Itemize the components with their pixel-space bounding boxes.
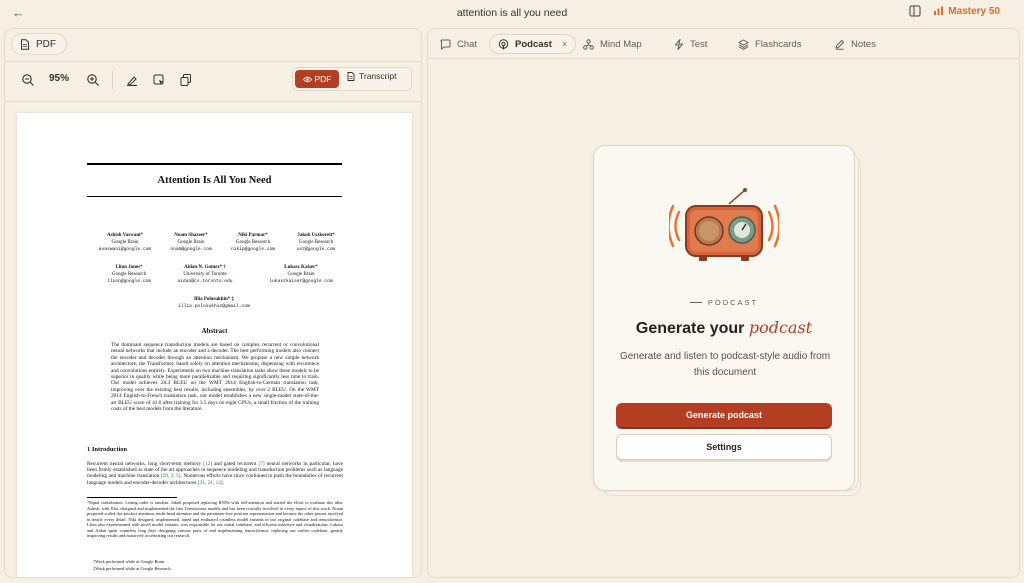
paper-author: Noam Shazeer* Google Brain noam@google.com	[170, 233, 212, 252]
pdf-tab[interactable]: PDF	[11, 33, 67, 55]
bar-chart-icon	[934, 6, 944, 15]
paper-author: Llion Jones* Google Research llion@google.…	[106, 265, 152, 284]
view-toggle: PDF Transcript	[292, 67, 412, 91]
pdf-page: Attention Is All You Need Ashish Vaswani…	[17, 113, 412, 577]
settings-button[interactable]: Settings	[616, 434, 832, 460]
zoom-out-icon[interactable]	[21, 73, 35, 87]
document-title: attention is all you need	[456, 7, 568, 19]
top-bar: ← attention is all you need Mastery 50	[0, 0, 1024, 26]
tab-test[interactable]: Test	[674, 34, 707, 54]
copy-icon[interactable]	[179, 73, 193, 87]
eyebrow-dash	[689, 301, 702, 304]
pencil-icon	[835, 39, 845, 50]
intro-paragraph: Recurrent neural networks, long short-te…	[87, 461, 343, 486]
lightning-icon	[675, 38, 683, 50]
tab-mind-map[interactable]: Mind Map	[583, 34, 642, 54]
mastery-badge[interactable]: Mastery 50	[933, 6, 1000, 17]
back-arrow-icon[interactable]: ←	[12, 5, 25, 20]
chat-icon	[440, 39, 451, 50]
layout-toggle-icon[interactable]	[909, 5, 921, 17]
tab-label: Mind Map	[600, 38, 642, 50]
pdf-tab-label: PDF	[36, 38, 56, 50]
mastery-label: Mastery 50	[948, 5, 1000, 17]
footnote-rule	[87, 497, 177, 498]
card-subtitle: Generate and listen to podcast-style aud…	[619, 351, 831, 378]
paper-author: Łukasz Kaiser* Google Brain lukaszkaiser@g…	[269, 265, 333, 284]
divider	[5, 101, 421, 102]
zoom-in-icon[interactable]	[86, 73, 100, 87]
abstract-text: The dominant sequence transduction model…	[111, 342, 319, 413]
paper-author: Illia Polosukhin* ‡ illia.polosukhin@gmai…	[178, 297, 250, 309]
mind-map-icon	[583, 38, 594, 50]
tab-label: Test	[690, 38, 708, 50]
highlighter-icon[interactable]	[125, 73, 139, 87]
divider	[428, 58, 1019, 59]
transcript-icon	[347, 71, 355, 81]
tab-label: Flashcards	[755, 38, 802, 50]
divider	[5, 61, 421, 62]
paper-author: Ashish Vaswani* Google Brain avaswani@goog…	[98, 233, 152, 252]
citation-link[interactable]: [31, 21, 13]	[198, 480, 223, 486]
document-icon	[21, 38, 29, 50]
card-title: Generate your podcast	[635, 318, 813, 337]
title-rule-top	[87, 163, 342, 165]
toolbar-separator	[112, 71, 113, 89]
layers-icon	[738, 38, 749, 50]
eye-icon	[302, 76, 312, 82]
generate-podcast-button[interactable]: Generate podcast	[616, 403, 832, 427]
section-heading: 1 Introduction	[87, 446, 128, 453]
pdf-panel: PDF 95% PDF Transcript Attention Is All …	[4, 28, 422, 578]
paper-title: Attention Is All You Need	[157, 175, 272, 186]
transcript-view-button[interactable]: Transcript	[347, 71, 396, 81]
paper-author: Jakob Uszkoreit* Google Research usz@googl…	[296, 233, 336, 252]
footnote-text: †Work performed while at Google Brain.	[93, 559, 166, 564]
pdf-view-button[interactable]: PDF	[295, 70, 339, 88]
tab-label: Chat	[457, 38, 478, 50]
tab-label: Notes	[851, 38, 876, 50]
podcast-icon	[498, 38, 509, 49]
tab-flashcards[interactable]: Flashcards	[738, 34, 801, 54]
tab-chat[interactable]: Chat	[440, 34, 477, 54]
pdf-view-label: PDF	[314, 74, 332, 84]
tab-podcast[interactable]: Podcast ×	[489, 34, 577, 54]
citation-link[interactable]: [29, 2, 5]	[161, 473, 181, 479]
card-eyebrow: PODCAST	[594, 298, 854, 307]
tab-label: Podcast	[515, 38, 552, 50]
pdf-toolbar: 95% PDF Transcript	[5, 65, 421, 95]
title-rule-bottom	[87, 196, 342, 197]
top-right-controls: Mastery 50	[909, 5, 1000, 17]
tab-notes[interactable]: Notes	[834, 34, 876, 54]
paper-author: Niki Parmar* Google Research nikip@google.…	[230, 233, 276, 252]
radio-icon	[669, 188, 779, 261]
podcast-card: PODCAST Generate your podcast Generate a…	[593, 145, 855, 491]
close-icon[interactable]: ×	[562, 39, 567, 49]
eyebrow-label: PODCAST	[707, 298, 759, 307]
footnote-text: ‡Work performed while at Google Research…	[93, 566, 172, 571]
transcript-view-label: Transcript	[359, 71, 397, 81]
zoom-level: 95%	[49, 73, 70, 84]
study-panel: Chat Podcast × Mind Map Test Flashcards	[427, 28, 1020, 578]
footnote-text: *Equal contribution. Listing order is ra…	[87, 500, 343, 538]
select-area-icon[interactable]	[152, 73, 166, 87]
paper-author: Aidan N. Gomez* † University of Toronto ai…	[177, 265, 233, 284]
abstract-heading: Abstract	[201, 327, 228, 335]
